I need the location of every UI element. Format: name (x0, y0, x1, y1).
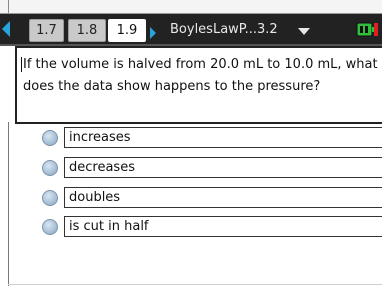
choice-label[interactable]: increases (64, 127, 382, 148)
bottom-rule (8, 284, 382, 285)
battery-icon (356, 22, 378, 37)
choice-label[interactable]: is cut in half (64, 216, 382, 237)
tab-1-9[interactable]: 1.9 (108, 19, 146, 42)
question-text: If the volume is halved from 20.0 mL to … (23, 57, 378, 94)
tab-bar: 1.7 1.8 1.9 BoylesLawP...3.2 (0, 14, 382, 46)
left-rule (8, 0, 9, 13)
choice-decreases[interactable]: decreases (42, 157, 382, 179)
choice-label[interactable]: doubles (64, 187, 382, 208)
chevron-down-icon[interactable] (298, 28, 310, 35)
choice-increases[interactable]: increases (42, 127, 382, 149)
tab-1-8[interactable]: 1.8 (68, 19, 106, 42)
choice-cut-in-half[interactable]: is cut in half (42, 216, 382, 238)
radio-button[interactable] (42, 190, 58, 206)
choice-label[interactable]: decreases (64, 157, 382, 178)
chevron-right-icon[interactable] (150, 27, 156, 39)
radio-button[interactable] (42, 160, 58, 176)
choice-doubles[interactable]: doubles (42, 187, 382, 209)
radio-button[interactable] (42, 219, 58, 235)
tab-1-7[interactable]: 1.7 (29, 19, 64, 42)
chevron-left-icon[interactable] (2, 21, 10, 37)
top-strip (0, 0, 382, 14)
question-box[interactable]: If the volume is halved from 20.0 mL to … (15, 46, 382, 124)
radio-button[interactable] (42, 130, 58, 146)
left-frame (8, 122, 9, 286)
text-cursor (21, 57, 22, 72)
document-title[interactable]: BoylesLawP...3.2 (170, 21, 278, 39)
